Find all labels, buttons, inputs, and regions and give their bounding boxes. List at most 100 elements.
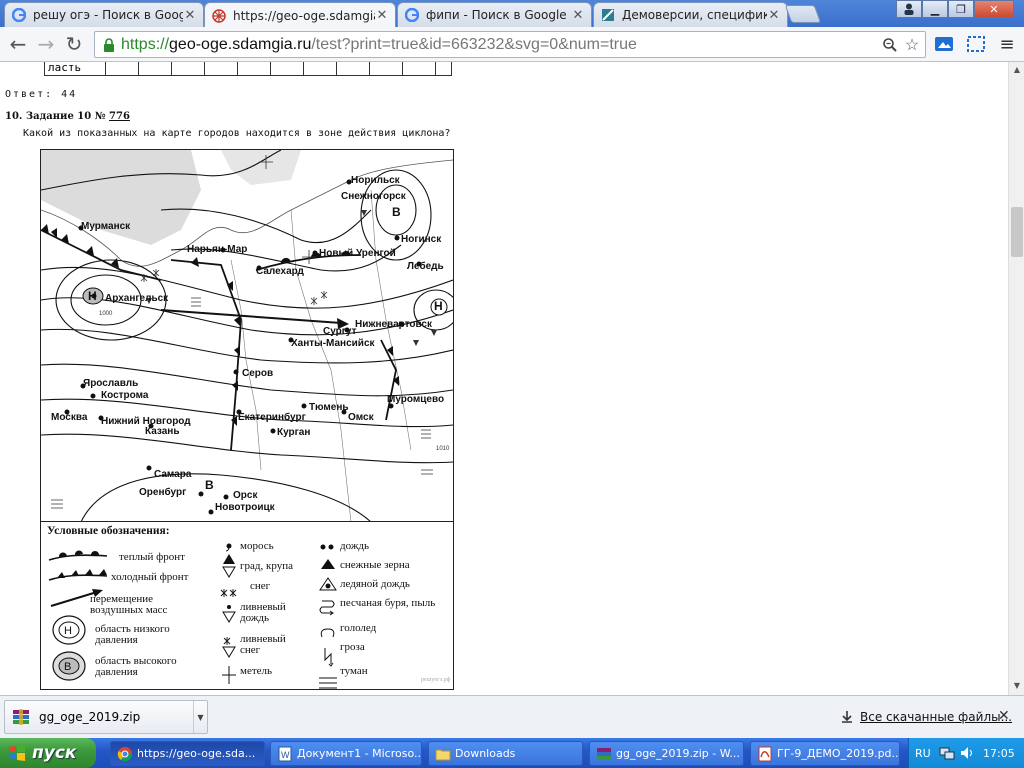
scrollbar-thumb[interactable] xyxy=(1011,207,1023,257)
zoom-icon[interactable] xyxy=(879,34,901,56)
table-cell xyxy=(435,62,436,76)
svg-text:W: W xyxy=(281,750,290,760)
svg-text:1010: 1010 xyxy=(436,446,450,452)
chrome-icon xyxy=(117,746,133,761)
city-label: Нижневартовск xyxy=(355,319,432,330)
city-label: Архангельск xyxy=(105,293,169,304)
watermark: решуогэ.рф xyxy=(421,677,451,683)
city-label: Муромцево xyxy=(387,394,445,405)
city-label: Омск xyxy=(348,412,374,423)
clock[interactable]: 17:05 xyxy=(983,747,1015,760)
address-bar[interactable]: https://geo-oge.sdamgia.ru/test?print=tr… xyxy=(94,31,926,58)
table-cell xyxy=(204,62,205,76)
low-pressure-mark: Н xyxy=(88,289,97,303)
taskbar-item-chrome[interactable]: https://geo-oge.sda... xyxy=(110,741,265,766)
city-label: Самара xyxy=(154,469,192,480)
city-label: Сургут xyxy=(323,326,357,337)
task-number-link[interactable]: 776 xyxy=(109,111,130,122)
tab-label: https://geo-oge.sdamgia.ru/ xyxy=(233,8,375,23)
city-label: Казань xyxy=(145,426,180,437)
folder-icon xyxy=(435,749,451,760)
city-label: Норильск xyxy=(351,175,400,186)
svg-text:В: В xyxy=(64,661,71,673)
city-label: Салехард xyxy=(256,266,304,277)
weather-map: 1000 1010 Норильск Снежногорск Ногинск Ле… xyxy=(41,150,453,522)
close-window-button[interactable]: ✕ xyxy=(974,0,1014,18)
language-indicator[interactable]: RU xyxy=(915,747,931,760)
minimize-button[interactable]: ▁ xyxy=(922,0,948,18)
lock-icon xyxy=(104,37,114,52)
archive-icon xyxy=(597,747,611,760)
legend-shower-rain: ливневый дождь xyxy=(240,601,286,624)
reload-button[interactable]: ↻ xyxy=(62,32,86,56)
tab-label: Демоверсии, спецификаци xyxy=(622,8,767,22)
legend-ice: гололед xyxy=(340,622,377,634)
new-tab-button[interactable] xyxy=(784,5,822,23)
taskbar-item-label: Downloads xyxy=(455,747,516,760)
tab-fipi[interactable]: Демоверсии, спецификаци ✕ xyxy=(593,2,788,27)
maximize-button[interactable]: ❐ xyxy=(948,0,974,18)
legend-drizzle: морось xyxy=(240,540,274,552)
legend-freezing-rain: ледяной дождь xyxy=(340,578,410,590)
legend-shower-snow: ливневый снег xyxy=(240,633,286,656)
chevron-down-icon[interactable]: ▼ xyxy=(193,701,207,733)
legend-title: Условные обозначения: xyxy=(47,525,170,537)
scroll-down-icon[interactable]: ▼ xyxy=(1012,681,1022,691)
url-scheme: https:// xyxy=(121,35,170,53)
tab-sdamgia[interactable]: https://geo-oge.sdamgia.ru/ ✕ xyxy=(204,2,396,28)
table-cell xyxy=(237,62,238,76)
user-icon[interactable] xyxy=(896,0,922,18)
extension-screenshot-icon[interactable] xyxy=(964,32,988,56)
forward-button[interactable]: → xyxy=(34,32,58,56)
back-button[interactable]: ← xyxy=(6,32,30,56)
taskbar-item-downloads[interactable]: Downloads xyxy=(428,741,583,766)
legend-air-movement: перемещение воздушных масс xyxy=(90,593,168,616)
taskbar: пуск https://geo-oge.sda... W Документ1 … xyxy=(0,738,1024,768)
extension-photo-icon[interactable] xyxy=(932,32,956,56)
taskbar-item-winrar[interactable]: gg_oge_2019.zip - W... xyxy=(589,741,744,766)
page-scrollbar[interactable]: ▲ ▼ xyxy=(1008,62,1024,695)
legend-rain: дождь xyxy=(340,540,370,552)
network-icon[interactable] xyxy=(939,745,955,761)
high-pressure-mark: В xyxy=(205,478,214,492)
sdamgia-icon xyxy=(211,8,227,24)
close-icon[interactable]: ✕ xyxy=(571,8,585,23)
url-path: /test?print=true&id=663232&svg=0&num=tru… xyxy=(311,35,637,53)
download-item[interactable]: gg_oge_2019.zip ▼ xyxy=(4,700,208,734)
url-host: geo-oge.sdamgia.ru xyxy=(169,35,312,53)
legend-cold-front: холодный фронт xyxy=(111,571,189,583)
city-label: Лебедь xyxy=(407,261,444,272)
answer-text: Ответ: 44 xyxy=(5,89,78,100)
table-cell xyxy=(369,62,370,76)
table-row-label: ласть xyxy=(48,62,82,74)
pdf-icon xyxy=(758,746,772,761)
browser-toolbar: ← → ↻ https://geo-oge.sdamgia.ru/test?pr… xyxy=(0,27,1024,62)
city-label: Курган xyxy=(277,427,311,438)
legend-hail: град, крупа xyxy=(240,560,293,572)
all-downloads-link[interactable]: Все скачанные файлы... xyxy=(840,710,1012,724)
city-label: Новый Уренгой xyxy=(319,248,396,259)
close-icon[interactable]: ✕ xyxy=(375,8,389,23)
download-filename: gg_oge_2019.zip xyxy=(39,710,141,724)
taskbar-item-word[interactable]: W Документ1 - Microso... xyxy=(270,741,422,766)
city-label: Ярославль xyxy=(83,378,139,389)
close-icon[interactable]: ✕ xyxy=(183,8,197,23)
downloads-bar: gg_oge_2019.zip ▼ Все скачанные файлы...… xyxy=(0,695,1024,738)
word-icon: W xyxy=(278,746,292,761)
system-tray: RU 17:05 xyxy=(908,738,1024,768)
page-content: ласть Ответ: 44 10. Задание 10 № 776 Как… xyxy=(0,62,1008,695)
taskbar-item-pdf[interactable]: ГГ-9_ДЕМО_2019.pd... xyxy=(750,741,900,766)
close-icon[interactable]: ✕ xyxy=(998,708,1010,724)
table-cell xyxy=(336,62,337,76)
tab-google-search-2[interactable]: фипи - Поиск в Google ✕ xyxy=(397,2,592,27)
city-label: Серов xyxy=(242,368,274,379)
bookmark-star-icon[interactable]: ☆ xyxy=(901,34,923,56)
tab-google-search-1[interactable]: решу огэ - Поиск в Google ✕ xyxy=(4,2,204,27)
menu-icon[interactable]: ≡ xyxy=(995,32,1019,56)
taskbar-item-label: Документ1 - Microso... xyxy=(297,747,422,760)
close-icon[interactable]: ✕ xyxy=(767,8,781,23)
volume-icon[interactable] xyxy=(959,745,975,761)
table-cell xyxy=(270,62,271,76)
scroll-up-icon[interactable]: ▲ xyxy=(1012,65,1022,75)
start-button[interactable]: пуск xyxy=(0,738,96,768)
